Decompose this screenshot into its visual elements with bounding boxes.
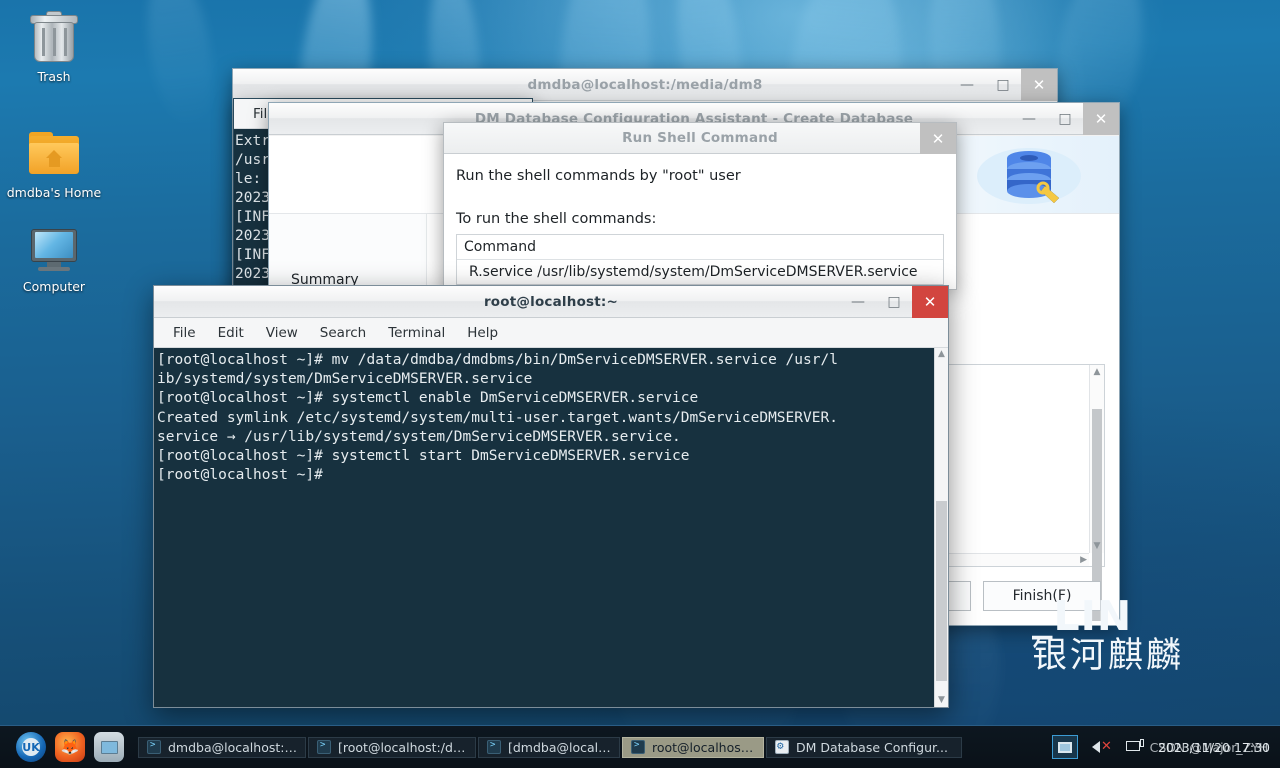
taskbar-clock[interactable]: 2023/11/20 17:30 CSDN @Major_ZYH <box>1158 740 1270 755</box>
maximize-button[interactable]: □ <box>876 286 912 318</box>
shell-dialog-title: Run Shell Command <box>622 130 778 146</box>
terminal-line: 2023 <box>235 228 270 244</box>
kylin-start-glyph: UK <box>22 738 40 756</box>
file-manager-icon[interactable] <box>94 732 124 762</box>
firefox-icon[interactable]: 🦊 <box>55 732 85 762</box>
dca-finish-button[interactable]: Finish(F) <box>983 581 1101 611</box>
scroll-right-icon[interactable]: ▶ <box>1080 555 1087 565</box>
root-terminal-window-buttons[interactable]: — □ ✕ <box>840 286 948 318</box>
taskbar-item-label: DM Database Configur... <box>796 740 948 755</box>
taskbar-item-label: [dmdba@localhost:~] <box>508 740 611 755</box>
scroll-up-icon[interactable]: ▲ <box>935 349 948 359</box>
menu-file[interactable]: File <box>162 322 207 344</box>
root-terminal-scrollbar[interactable]: ▲ ▼ <box>934 348 948 707</box>
taskbar-item-label: root@localhost:~ <box>652 740 755 755</box>
close-button[interactable]: ✕ <box>920 123 956 155</box>
terminal-icon <box>317 740 331 754</box>
scroll-down-icon[interactable]: ▼ <box>1090 541 1104 551</box>
system-tray[interactable]: ✕ 2023/11/20 17:30 CSDN @Major_ZYH <box>1052 735 1280 759</box>
shell-command-table: Command R.service /usr/lib/systemd/syste… <box>456 234 944 285</box>
file-manager-title: dmdba@localhost:/media/dm8 <box>528 77 763 93</box>
shell-dialog-window-buttons[interactable]: ✕ <box>920 123 956 155</box>
shell-dialog-intro: Run the shell commands by "root" user <box>456 168 944 184</box>
scroll-down-icon[interactable]: ▼ <box>935 695 948 705</box>
close-button[interactable]: ✕ <box>1083 103 1119 135</box>
taskbar-item-label: dmdba@localhost:/me... <box>168 740 297 755</box>
watermark-text: CSDN @Major_ZYH <box>1144 740 1274 755</box>
menu-terminal[interactable]: Terminal <box>377 322 456 344</box>
root-terminal-titlebar[interactable]: root@localhost:~ — □ ✕ <box>154 286 948 318</box>
kylin-start-icon[interactable]: UK <box>16 732 46 762</box>
dca-window-buttons[interactable]: — □ ✕ <box>1011 103 1119 135</box>
file-manager-glyph <box>101 741 118 754</box>
desktop-icon-computer[interactable]: Computer <box>0 222 108 294</box>
desktop-icon-label: Trash <box>0 69 108 84</box>
show-windows-icon[interactable] <box>1052 735 1078 759</box>
terminal-line: le: <box>235 171 261 187</box>
volume-muted-icon[interactable]: ✕ <box>1090 737 1112 757</box>
database-illustration-icon <box>967 142 1087 210</box>
root-terminal-screen[interactable]: [root@localhost ~]# mv /data/dmdba/dmdbm… <box>154 348 934 707</box>
home-folder-icon <box>0 128 108 180</box>
dca-vertical-scrollbar[interactable]: ▲ ▼ <box>1089 365 1104 553</box>
maximize-button[interactable]: □ <box>1047 103 1083 135</box>
menu-view[interactable]: View <box>255 322 309 344</box>
desktop-icon-trash[interactable]: Trash <box>0 12 108 84</box>
scrollbar-thumb[interactable] <box>936 501 947 681</box>
file-manager-titlebar[interactable]: dmdba@localhost:/media/dm8 — □ ✕ <box>233 69 1057 101</box>
taskbar-item-dmdba-home[interactable]: [dmdba@localhost:~] <box>478 737 620 758</box>
table-header-command: Command <box>457 235 943 260</box>
minimize-button[interactable]: — <box>949 69 985 101</box>
menu-edit[interactable]: Edit <box>207 322 255 344</box>
scroll-up-icon[interactable]: ▲ <box>1090 367 1104 377</box>
taskbar-item-label: [root@localhost:/data] <box>338 740 467 755</box>
taskbar-task-list[interactable]: dmdba@localhost:/me... [root@localhost:/… <box>138 737 962 758</box>
terminal-line: Extr <box>235 133 270 149</box>
dca-icon <box>775 740 789 754</box>
terminal-icon <box>631 740 645 754</box>
terminal-line: [INF <box>235 247 270 263</box>
terminal-icon <box>487 740 501 754</box>
minimize-button[interactable]: — <box>1011 103 1047 135</box>
taskbar[interactable]: UK 🦊 dmdba@localhost:/me... [root@localh… <box>0 725 1280 768</box>
root-terminal-menubar[interactable]: File Edit View Search Terminal Help <box>154 318 948 348</box>
shell-dialog-body: Run the shell commands by "root" user To… <box>444 154 956 289</box>
terminal-line: 2023 <box>235 190 270 206</box>
table-row[interactable]: R.service /usr/lib/systemd/system/DmServ… <box>457 260 943 284</box>
shell-dialog-titlebar[interactable]: Run Shell Command ✕ <box>444 123 956 154</box>
desktop: Trash dmdba's Home Computer dmdba@localh… <box>0 0 1280 768</box>
shell-dialog-subtitle: To run the shell commands: <box>456 211 944 227</box>
file-manager-window-buttons[interactable]: — □ ✕ <box>949 69 1057 101</box>
taskbar-launchers[interactable]: UK 🦊 <box>0 732 138 762</box>
trash-icon <box>0 12 108 64</box>
minimize-button[interactable]: — <box>840 286 876 318</box>
menu-search[interactable]: Search <box>309 322 377 344</box>
network-icon[interactable] <box>1124 737 1146 757</box>
terminal-icon <box>147 740 161 754</box>
menu-help[interactable]: Help <box>456 322 509 344</box>
taskbar-item-dca[interactable]: DM Database Configur... <box>766 737 962 758</box>
firefox-glyph: 🦊 <box>61 738 80 756</box>
run-shell-command-dialog[interactable]: Run Shell Command ✕ Run the shell comman… <box>443 122 957 290</box>
root-terminal-window[interactable]: root@localhost:~ — □ ✕ File Edit View Se… <box>153 285 949 708</box>
terminal-line: 2023 <box>235 266 270 282</box>
terminal-line: /usr <box>235 152 270 168</box>
close-button[interactable]: ✕ <box>1021 69 1057 101</box>
root-terminal-title: root@localhost:~ <box>484 294 618 310</box>
taskbar-item-root-data[interactable]: [root@localhost:/data] <box>308 737 476 758</box>
desktop-icon-label: Computer <box>0 279 108 294</box>
taskbar-item-root-home[interactable]: root@localhost:~ <box>622 737 764 758</box>
desktop-icon-home[interactable]: dmdba's Home <box>0 128 108 200</box>
maximize-button[interactable]: □ <box>985 69 1021 101</box>
computer-icon <box>0 222 108 274</box>
close-button[interactable]: ✕ <box>912 286 948 318</box>
desktop-icon-label: dmdba's Home <box>0 185 108 200</box>
terminal-line: [INF <box>235 209 270 225</box>
taskbar-item-dmdba-media[interactable]: dmdba@localhost:/me... <box>138 737 306 758</box>
